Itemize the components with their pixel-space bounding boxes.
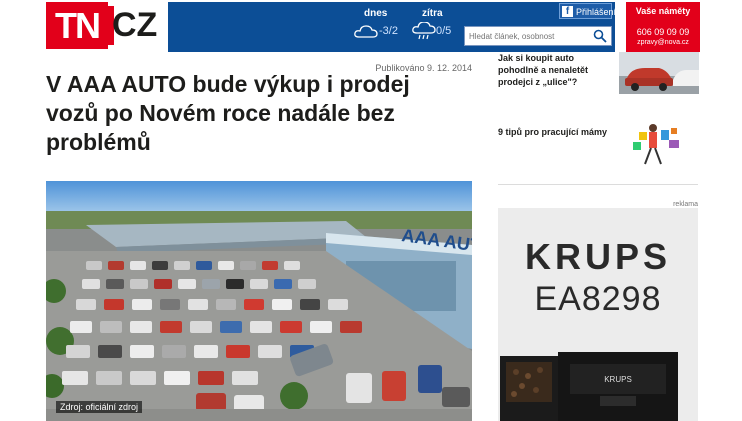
cloud-icon (354, 25, 378, 38)
weather-tomorrow-temp: 0/5 (436, 25, 452, 37)
weather-tomorrow-label: zítra (422, 8, 443, 19)
login-button[interactable]: f Přihlášení (559, 3, 616, 19)
logo[interactable]: TN CZ (46, 2, 162, 49)
sidebar-article-2[interactable]: 9 tipů pro pracující mámy (498, 120, 699, 174)
sidebar-article-1-title[interactable]: Jak si koupit auto pohodlně a nenaletět … (498, 52, 614, 88)
search-icon[interactable] (593, 29, 607, 43)
weather-today-temp: -3/2 (379, 25, 398, 37)
advertisement[interactable]: KRUPS EA8298 KRUPS (498, 208, 698, 421)
article-headline: V AAA AUTO bude výkup i prodej vozů po N… (46, 71, 410, 155)
ad-label: reklama (673, 201, 698, 208)
sidebar-divider (498, 184, 698, 185)
coffee-machine-image: KRUPS (500, 352, 678, 421)
rain-cloud-icon (412, 22, 436, 40)
search-box (464, 26, 612, 46)
search-input[interactable] (469, 29, 587, 43)
weather-today-label: dnes (364, 8, 388, 19)
ad-model: EA8298 (534, 280, 662, 318)
machine-label: KRUPS (604, 375, 632, 384)
hotline-box[interactable]: Vaše náměty 606 09 09 09 zpravy@nova.cz (626, 2, 700, 52)
hotline-title: Vaše náměty (635, 6, 691, 16)
car-lot-image: AAA AUTO (46, 181, 472, 421)
article-photo[interactable]: AAA AUTO (46, 181, 472, 421)
logo-tn: TN (46, 2, 114, 49)
ad-brand: KRUPS (524, 236, 672, 277)
sidebar-article-2-title[interactable]: 9 tipů pro pracující mámy (498, 126, 608, 138)
sidebar-article-1[interactable]: Jak si koupit auto pohodlně a nenaletět … (498, 52, 699, 96)
header-bar: dnes -3/2 zítra 0/5 f Přihlášení (168, 2, 616, 52)
facebook-icon: f (562, 6, 573, 17)
sidebar-article-2-thumbnail[interactable] (619, 120, 699, 172)
sidebar-article-1-thumbnail[interactable] (619, 52, 699, 94)
hotline-email[interactable]: zpravy@nova.cz (626, 39, 700, 46)
login-label: Přihlášení (576, 7, 617, 17)
logo-cz: CZ (112, 6, 158, 44)
hotline-phone[interactable]: 606 09 09 09 (626, 27, 700, 37)
photo-caption: Zdroj: oficiální zdroj (56, 401, 143, 413)
